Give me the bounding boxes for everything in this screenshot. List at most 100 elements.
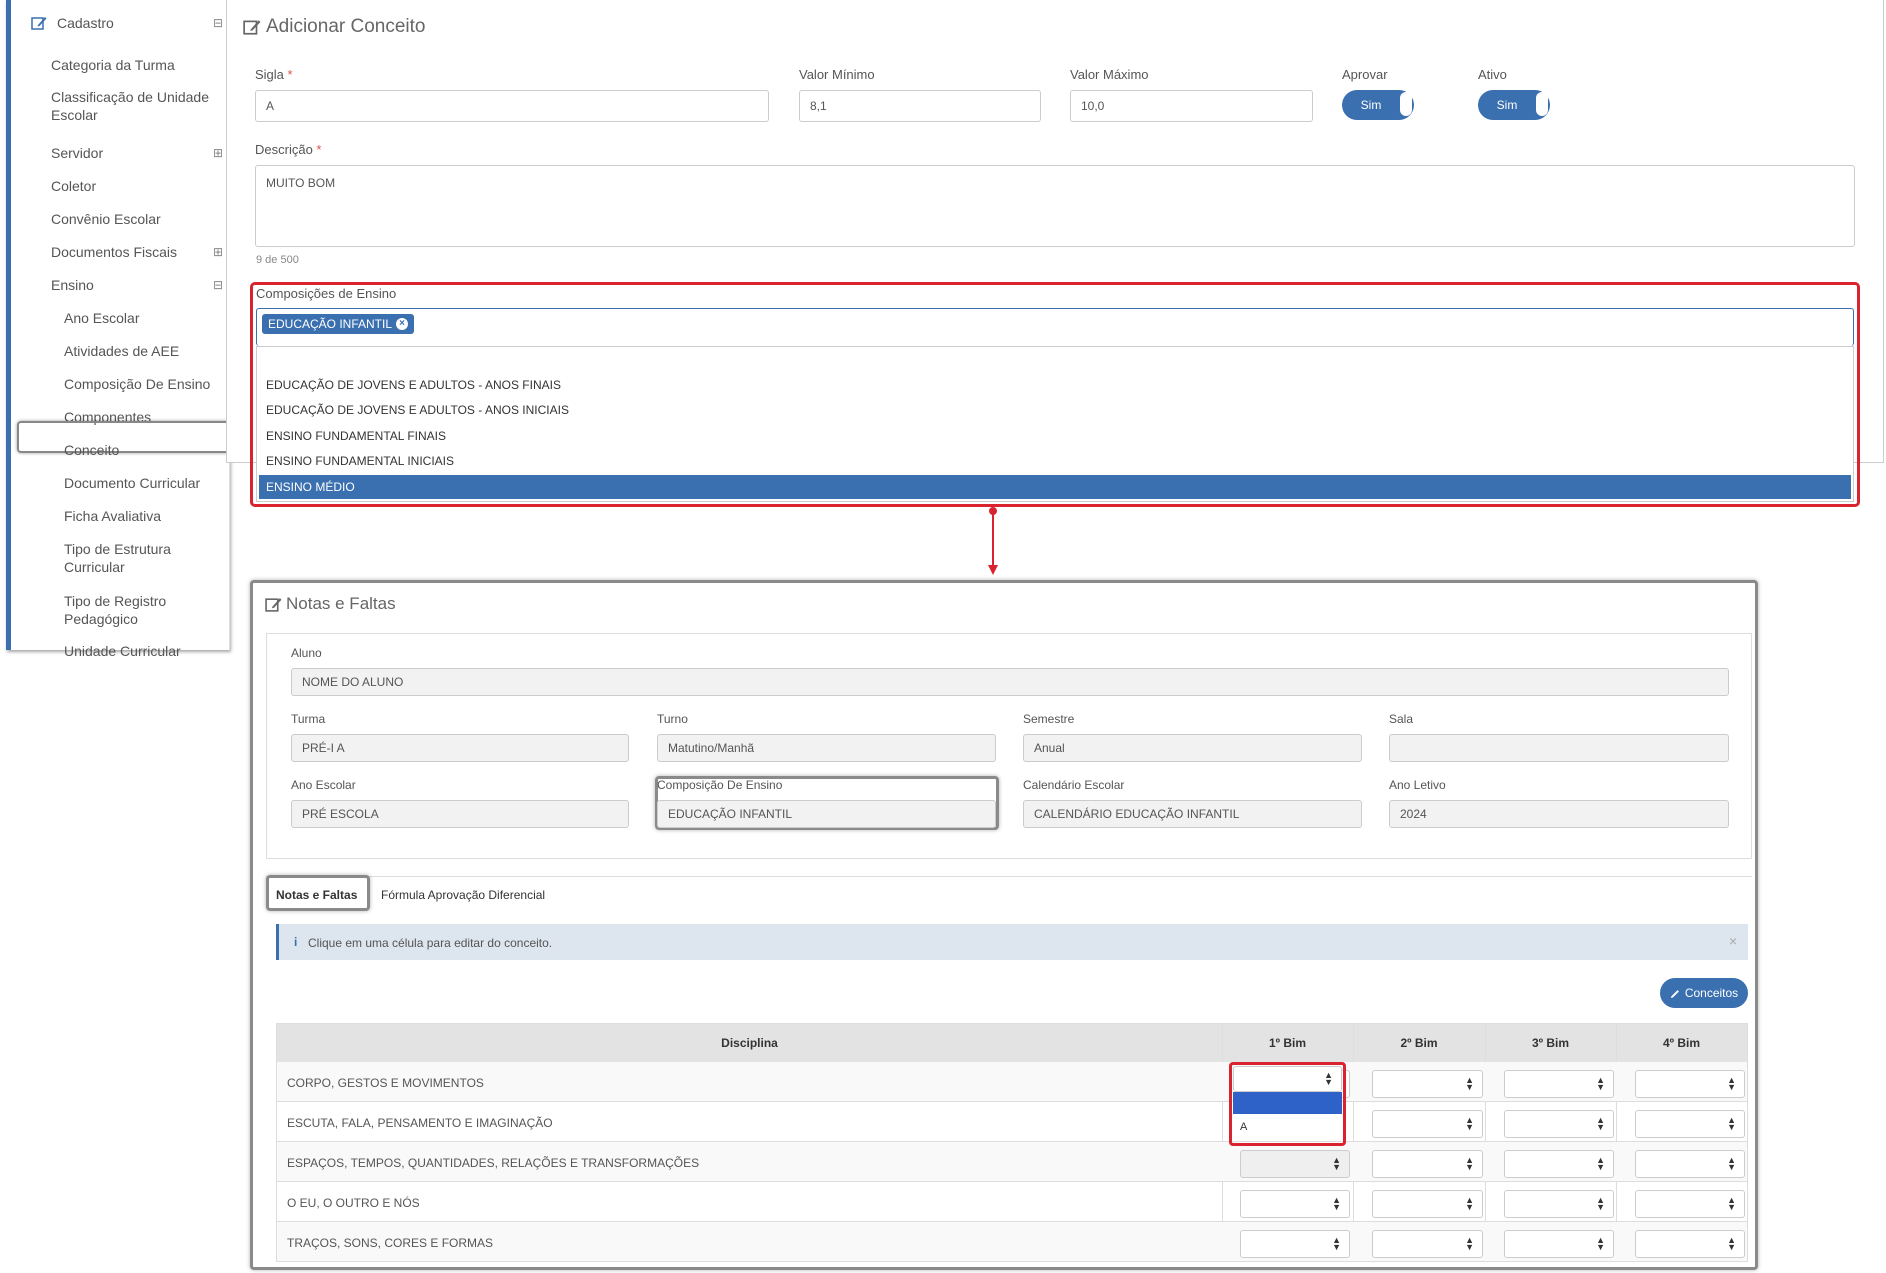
grade-select-open[interactable]: ▲ ▼ bbox=[1233, 1066, 1342, 1092]
disciplina-cell: O EU, O OUTRO E NÓS bbox=[287, 1196, 420, 1210]
conceitos-button[interactable]: Conceitos bbox=[1660, 978, 1748, 1008]
column-1bim: 1º Bim bbox=[1222, 1036, 1353, 1050]
char-counter: 9 de 500 bbox=[256, 254, 299, 266]
sidebar-subitem-atividades-aee[interactable]: Atividades de AEE bbox=[64, 342, 179, 360]
option-fund-finais[interactable]: ENSINO FUNDAMENTAL FINAIS bbox=[266, 429, 446, 443]
grade-select[interactable]: ▲▼ bbox=[1372, 1110, 1483, 1138]
grade-select[interactable]: ▲▼ bbox=[1504, 1190, 1614, 1218]
option-fund-iniciais[interactable]: ENSINO FUNDAMENTAL INICIAIS bbox=[266, 454, 454, 468]
column-disciplina: Disciplina bbox=[277, 1036, 1222, 1050]
grade-select[interactable]: ▲▼ bbox=[1240, 1230, 1350, 1258]
sidebar-item-ensino[interactable]: Ensino ⊟ bbox=[51, 276, 229, 294]
descricao-textarea[interactable]: MUITO BOM bbox=[255, 165, 1855, 247]
pencil-icon bbox=[1670, 989, 1679, 998]
grade-select[interactable]: ▲▼ bbox=[1635, 1070, 1745, 1098]
grade-select[interactable]: ▲▼ bbox=[1372, 1230, 1483, 1258]
tab-formula-aprovacao[interactable]: Fórmula Aprovação Diferencial bbox=[381, 888, 545, 902]
grade-select[interactable]: ▲▼ bbox=[1372, 1190, 1483, 1218]
grade-select[interactable]: ▲▼ bbox=[1240, 1150, 1350, 1178]
dropdown-empty-option[interactable] bbox=[1233, 1092, 1342, 1114]
grade-select[interactable]: ▲▼ bbox=[1635, 1190, 1745, 1218]
grade-select[interactable]: ▲▼ bbox=[1635, 1110, 1745, 1138]
disciplina-cell: CORPO, GESTOS E MOVIMENTOS bbox=[287, 1076, 484, 1090]
sidebar-item-categoria-turma[interactable]: Categoria da Turma bbox=[51, 56, 175, 74]
collapse-icon[interactable]: ⊟ bbox=[213, 14, 223, 32]
expand-icon[interactable]: ⊞ bbox=[213, 144, 223, 162]
composicao-label: Composição De Ensino bbox=[657, 778, 783, 792]
dropdown-option-a[interactable]: A bbox=[1233, 1114, 1342, 1140]
disciplina-cell: ESCUTA, FALA, PENSAMENTO E IMAGINAÇÃO bbox=[287, 1116, 553, 1130]
valor-maximo-input[interactable]: 10,0 bbox=[1070, 90, 1313, 122]
sidebar-subitem-tipo-registro[interactable]: Tipo de Registro Pedagógico bbox=[64, 592, 194, 628]
grade-select[interactable]: ▲▼ bbox=[1240, 1190, 1350, 1218]
sidebar-subitem-ficha-avaliativa[interactable]: Ficha Avaliativa bbox=[64, 507, 161, 525]
grade-select[interactable]: ▲▼ bbox=[1504, 1110, 1614, 1138]
valor-minimo-input[interactable]: 8,1 bbox=[799, 90, 1041, 122]
composicoes-select[interactable] bbox=[256, 308, 1854, 346]
tabs-divider bbox=[266, 876, 1752, 877]
tab-notas-faltas[interactable]: Notas e Faltas bbox=[276, 888, 357, 902]
composicoes-label: Composições de Ensino bbox=[256, 286, 397, 301]
aprovar-label: Aprovar bbox=[1342, 67, 1388, 82]
ano-letivo-field: 2024 bbox=[1389, 800, 1729, 828]
grade-select[interactable]: ▲▼ bbox=[1504, 1070, 1614, 1098]
edit-icon bbox=[265, 598, 282, 612]
sidebar-item-convenio[interactable]: Convênio Escolar bbox=[51, 210, 161, 228]
grade-select[interactable]: ▲▼ bbox=[1504, 1150, 1614, 1178]
ano-letivo-label: Ano Letivo bbox=[1389, 778, 1446, 792]
collapse-icon[interactable]: ⊟ bbox=[213, 276, 223, 294]
sidebar-header-cadastro[interactable]: Cadastro ⊟ bbox=[31, 14, 223, 32]
connector-arrow bbox=[988, 507, 998, 575]
sidebar-subitem-documento-curricular[interactable]: Documento Curricular bbox=[64, 474, 200, 492]
turno-label: Turno bbox=[657, 712, 688, 726]
option-eja-iniciais[interactable]: EDUCAÇÃO DE JOVENS E ADULTOS - ANOS INIC… bbox=[266, 403, 569, 417]
ano-escolar-label: Ano Escolar bbox=[291, 778, 356, 792]
grade-select[interactable]: ▲▼ bbox=[1635, 1150, 1745, 1178]
page-title: Adicionar Conceito bbox=[266, 16, 426, 37]
semestre-field: Anual bbox=[1023, 734, 1362, 762]
close-icon[interactable]: × bbox=[1729, 933, 1737, 949]
sidebar-item-documentos-fiscais[interactable]: Documentos Fiscais ⊞ bbox=[51, 243, 229, 261]
grade-select[interactable]: ▲▼ bbox=[1635, 1230, 1745, 1258]
valor-maximo-label: Valor Máximo bbox=[1070, 67, 1149, 82]
edit-icon bbox=[31, 17, 47, 30]
valor-minimo-label: Valor Mínimo bbox=[799, 67, 875, 82]
ativo-toggle[interactable]: Sim bbox=[1478, 90, 1550, 120]
option-eja-finais[interactable]: EDUCAÇÃO DE JOVENS E ADULTOS - ANOS FINA… bbox=[266, 378, 561, 392]
info-icon: i bbox=[294, 935, 298, 949]
selected-tag[interactable]: EDUCAÇÃO INFANTIL × bbox=[262, 314, 415, 334]
sidebar: Cadastro ⊟ Categoria da Turma Classifica… bbox=[6, 0, 231, 659]
turma-field: PRÉ-I A bbox=[291, 734, 629, 762]
disciplina-cell: TRAÇOS, SONS, CORES E FORMAS bbox=[287, 1236, 494, 1250]
aluno-label: Aluno bbox=[291, 646, 322, 660]
sidebar-item-classificacao[interactable]: Classificação de Unidade Escolar bbox=[51, 88, 221, 124]
sigla-input[interactable]: A bbox=[255, 90, 769, 122]
sidebar-subitem-composicao[interactable]: Composição De Ensino bbox=[64, 375, 210, 393]
aluno-field: NOME DO ALUNO bbox=[291, 668, 1729, 696]
sidebar-header-label: Cadastro bbox=[57, 15, 114, 31]
sala-label: Sala bbox=[1389, 712, 1414, 726]
remove-tag-icon[interactable]: × bbox=[396, 318, 409, 330]
column-3bim: 3º Bim bbox=[1485, 1036, 1616, 1050]
sidebar-item-coletor[interactable]: Coletor bbox=[51, 177, 96, 195]
grade-select[interactable]: ▲▼ bbox=[1504, 1230, 1614, 1258]
option-ensino-medio[interactable]: ENSINO MÉDIO bbox=[259, 475, 1851, 499]
ativo-label: Ativo bbox=[1478, 67, 1507, 82]
grade-select[interactable]: ▲▼ bbox=[1372, 1070, 1483, 1098]
grade-select[interactable]: ▲▼ bbox=[1372, 1150, 1483, 1178]
aprovar-toggle[interactable]: Sim bbox=[1342, 90, 1414, 120]
sidebar-subitem-conceito[interactable]: Conceito bbox=[64, 441, 119, 459]
sala-field bbox=[1389, 734, 1729, 762]
column-4bim: 4º Bim bbox=[1616, 1036, 1747, 1050]
notas-title: Notas e Faltas bbox=[286, 594, 396, 613]
expand-icon[interactable]: ⊞ bbox=[213, 243, 223, 261]
ano-escolar-field: PRÉ ESCOLA bbox=[291, 800, 629, 828]
calendario-label: Calendário Escolar bbox=[1023, 778, 1125, 792]
composicao-field: EDUCAÇÃO INFANTIL bbox=[657, 800, 996, 828]
sidebar-subitem-ano-escolar[interactable]: Ano Escolar bbox=[64, 309, 139, 327]
sidebar-subitem-unidade-curricular[interactable]: Unidade Curricular bbox=[64, 642, 181, 660]
info-text: Clique em uma célula para editar do conc… bbox=[308, 936, 553, 950]
sidebar-item-servidor[interactable]: Servidor ⊞ bbox=[51, 144, 229, 162]
calendario-field: CALENDÁRIO EDUCAÇÃO INFANTIL bbox=[1023, 800, 1362, 828]
sidebar-subitem-tipo-estrutura[interactable]: Tipo de Estrutura Curricular bbox=[64, 540, 204, 576]
